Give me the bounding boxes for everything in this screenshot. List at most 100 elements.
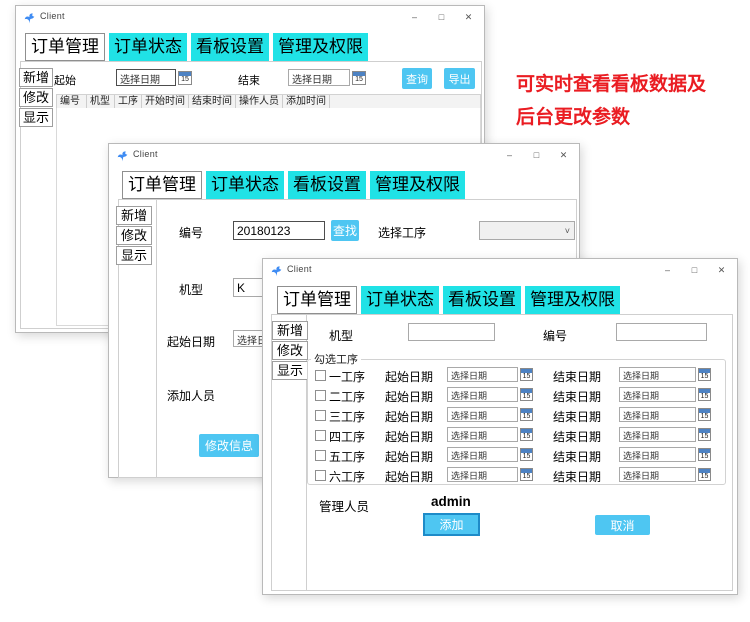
row-start-date-picker[interactable]: 选择日期 15 <box>447 447 533 462</box>
sidebar-item-modify[interactable]: 修改 <box>116 226 152 245</box>
calendar-icon[interactable]: 15 <box>698 448 711 461</box>
calendar-icon[interactable]: 15 <box>520 368 533 381</box>
minimize-button[interactable]: – <box>654 259 681 281</box>
desktop: Client – □ ✕ 订单管理 订单状态 看板设置 管理及权限 新增 修改 … <box>0 0 750 622</box>
calendar-icon[interactable]: 15 <box>520 408 533 421</box>
sidebar-item-add[interactable]: 新增 <box>116 206 152 225</box>
row-start-date-picker[interactable]: 选择日期 15 <box>447 427 533 442</box>
start-date-label: 起始日期 <box>167 335 216 349</box>
titlebar: Client – □ ✕ <box>16 6 484 28</box>
export-button[interactable]: 导出 <box>444 68 475 89</box>
sidebar-item-add[interactable]: 新增 <box>19 68 53 87</box>
minimize-button[interactable]: – <box>401 6 428 28</box>
row-start-date-picker[interactable]: 选择日期 15 <box>447 367 533 382</box>
order-number-label: 编号 <box>179 226 204 240</box>
table-header-row: 编号 机型 工序 开始时间 结束时间 操作人员 添加时间 <box>56 94 481 109</box>
row-start-date-picker[interactable]: 选择日期 15 <box>447 467 533 482</box>
column-header-filler <box>330 95 480 108</box>
column-header[interactable]: 结束时间 <box>189 95 236 108</box>
modify-info-button[interactable]: 修改信息 <box>199 434 259 457</box>
process-checkbox[interactable] <box>315 390 326 401</box>
row-start-date-picker[interactable]: 选择日期 15 <box>447 407 533 422</box>
calendar-icon[interactable]: 15 <box>352 70 366 85</box>
tab-board-settings[interactable]: 看板设置 <box>191 33 269 61</box>
minimize-button[interactable]: – <box>496 144 523 166</box>
cancel-button[interactable]: 取消 <box>595 515 650 535</box>
chevron-down-icon: ˅ <box>564 225 570 236</box>
column-header[interactable]: 开始时间 <box>142 95 189 108</box>
row-end-date-picker[interactable]: 选择日期 15 <box>619 447 711 462</box>
adder-label: 添加人员 <box>167 389 216 403</box>
process-checkbox[interactable] <box>315 370 326 381</box>
order-number-input[interactable] <box>616 323 707 341</box>
row-end-date-picker[interactable]: 选择日期 15 <box>619 427 711 442</box>
column-header[interactable]: 编号 <box>57 95 87 108</box>
add-button[interactable]: 添加 <box>423 513 480 536</box>
order-number-input[interactable] <box>233 221 325 240</box>
row-end-date-picker[interactable]: 选择日期 15 <box>619 467 711 482</box>
sidebar-item-add[interactable]: 新增 <box>272 321 308 340</box>
maximize-button[interactable]: □ <box>523 144 550 166</box>
tab-board-settings[interactable]: 看板设置 <box>288 171 366 199</box>
calendar-icon[interactable]: 15 <box>520 448 533 461</box>
calendar-icon[interactable]: 15 <box>520 428 533 441</box>
row-end-date-picker[interactable]: 选择日期 15 <box>619 367 711 382</box>
row-end-date-picker[interactable]: 选择日期 15 <box>619 407 711 422</box>
tab-strip: 订单管理 订单状态 看板设置 管理及权限 <box>25 33 368 61</box>
tab-order-management[interactable]: 订单管理 <box>25 33 105 61</box>
calendar-icon[interactable]: 15 <box>520 388 533 401</box>
column-header[interactable]: 操作人员 <box>236 95 283 108</box>
process-checkbox[interactable] <box>315 410 326 421</box>
model-label: 机型 <box>329 329 354 343</box>
annotation-text: 可实时查看看板数据及 后台更改参数 <box>516 68 706 134</box>
calendar-icon[interactable]: 15 <box>698 368 711 381</box>
model-input[interactable] <box>408 323 495 341</box>
sidebar-item-display[interactable]: 显示 <box>19 108 53 127</box>
client-logo-icon <box>24 11 35 24</box>
calendar-icon[interactable]: 15 <box>698 428 711 441</box>
column-header[interactable]: 工序 <box>115 95 142 108</box>
tab-order-status[interactable]: 订单状态 <box>361 286 439 314</box>
calendar-icon[interactable]: 15 <box>698 408 711 421</box>
tab-order-status[interactable]: 订单状态 <box>206 171 284 199</box>
process-name: 五工序 <box>329 450 366 464</box>
process-checkbox[interactable] <box>315 430 326 441</box>
column-header[interactable]: 添加时间 <box>283 95 330 108</box>
client-logo-icon <box>117 149 128 162</box>
query-button[interactable]: 查询 <box>402 68 432 89</box>
sidebar-item-modify[interactable]: 修改 <box>272 341 308 360</box>
row-end-date-picker[interactable]: 选择日期 15 <box>619 387 711 402</box>
tab-admin-permissions[interactable]: 管理及权限 <box>370 171 465 199</box>
annotation-line-2: 后台更改参数 <box>516 107 631 128</box>
calendar-icon[interactable]: 15 <box>520 468 533 481</box>
sidebar-item-modify[interactable]: 修改 <box>19 88 53 107</box>
tab-strip: 订单管理 订单状态 看板设置 管理及权限 <box>122 171 465 199</box>
start-date-picker[interactable]: 选择日期 15 <box>116 69 192 86</box>
client-logo-icon <box>271 264 282 277</box>
calendar-icon[interactable]: 15 <box>698 388 711 401</box>
row-start-date-picker[interactable]: 选择日期 15 <box>447 387 533 402</box>
maximize-button[interactable]: □ <box>681 259 708 281</box>
close-button[interactable]: ✕ <box>708 259 735 281</box>
tab-board-settings[interactable]: 看板设置 <box>443 286 521 314</box>
row-start-date-label: 起始日期 <box>385 410 434 424</box>
tab-admin-permissions[interactable]: 管理及权限 <box>273 33 368 61</box>
process-row: 六工序 起始日期 选择日期 15 结束日期 选择日期 15 <box>263 467 737 484</box>
tab-order-management[interactable]: 订单管理 <box>277 286 357 314</box>
find-button[interactable]: 查找 <box>331 220 359 241</box>
sidebar-item-display[interactable]: 显示 <box>116 246 152 265</box>
maximize-button[interactable]: □ <box>428 6 455 28</box>
tab-admin-permissions[interactable]: 管理及权限 <box>525 286 620 314</box>
column-header[interactable]: 机型 <box>87 95 115 108</box>
process-checkbox[interactable] <box>315 450 326 461</box>
calendar-icon[interactable]: 15 <box>178 70 192 85</box>
end-date-picker[interactable]: 选择日期 15 <box>288 69 366 86</box>
tab-order-management[interactable]: 订单管理 <box>122 171 202 199</box>
close-button[interactable]: ✕ <box>550 144 577 166</box>
process-select[interactable]: ˅ <box>479 221 575 240</box>
close-button[interactable]: ✕ <box>455 6 482 28</box>
calendar-icon[interactable]: 15 <box>698 468 711 481</box>
annotation-line-1: 可实时查看看板数据及 <box>516 74 707 95</box>
process-checkbox[interactable] <box>315 470 326 481</box>
tab-order-status[interactable]: 订单状态 <box>109 33 187 61</box>
